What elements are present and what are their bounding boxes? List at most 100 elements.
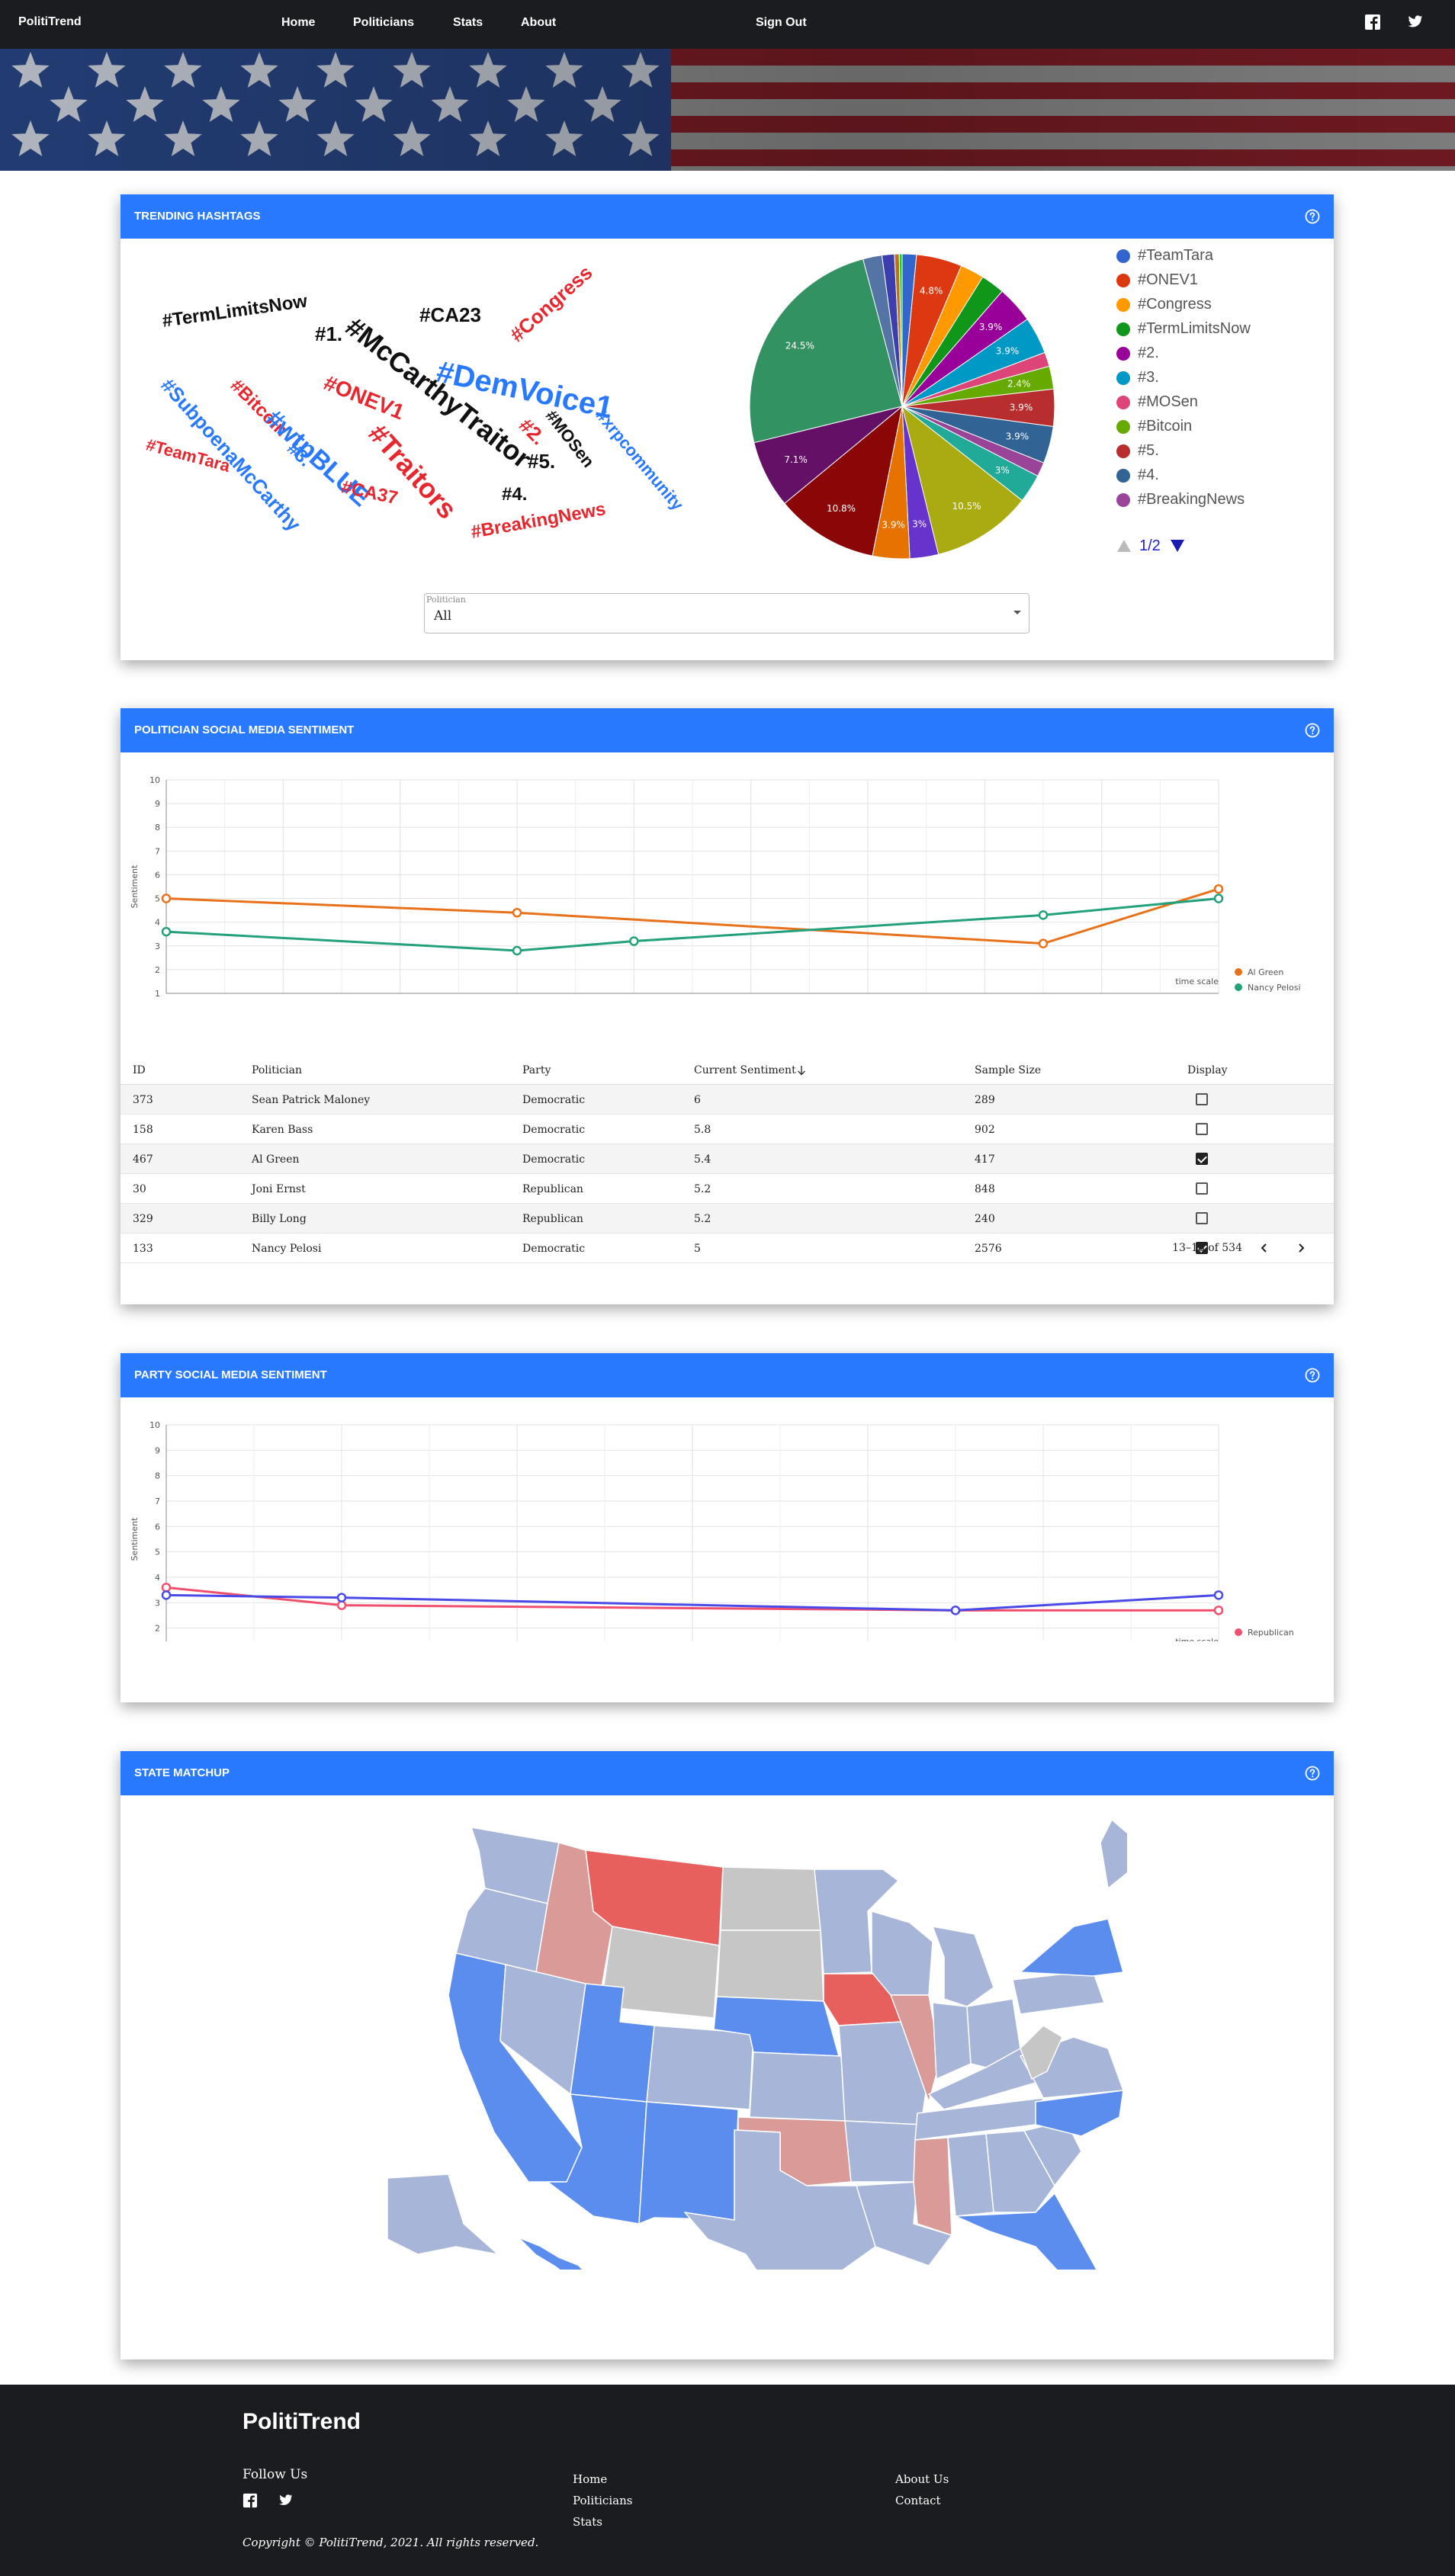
cell-sample-size: 902 [975,1124,995,1136]
help-icon[interactable] [1305,1368,1320,1383]
politician-select[interactable]: Politician All [424,593,1029,634]
hashtag-word[interactable]: #TermLimitsNow [161,290,309,332]
hashtag-word[interactable]: #4. [502,484,527,505]
help-icon[interactable] [1305,1766,1320,1781]
table-row[interactable]: 329 Billy Long Republican 5.2 240 [120,1204,1334,1233]
card-title: POLITICIAN SOCIAL MEDIA SENTIMENT [134,723,355,736]
facebook-icon[interactable] [1364,14,1381,30]
footer-link-contact[interactable]: Contact [895,2494,941,2507]
y-tick-label: 5 [155,894,160,904]
hashtag-word[interactable]: #BreakingNews [470,499,608,544]
cell-sample-size: 240 [975,1213,995,1225]
legend-label: #Bitcoin [1138,418,1193,435]
party-sentiment-card: PARTY SOCIAL MEDIA SENTIMENT 12345678910… [120,1353,1334,1702]
display-checkbox[interactable] [1196,1153,1208,1165]
legend-label: #ONEV1 [1138,271,1198,288]
header-id[interactable]: ID [133,1064,146,1076]
y-tick-label: 6 [155,1522,160,1532]
cell-party: Democratic [522,1124,586,1136]
display-checkbox[interactable] [1196,1093,1208,1105]
state-in [932,2002,972,2080]
cell-party: Democratic [522,1243,586,1255]
select-value: All [434,608,452,624]
header-current-sentiment[interactable]: Current Sentiment [694,1064,796,1076]
nav-stats[interactable]: Stats [453,16,483,30]
cell-sentiment: 5.2 [694,1183,711,1195]
display-checkbox[interactable] [1196,1182,1208,1195]
footer-link-home[interactable]: Home [573,2472,607,2486]
data-point [1038,938,1049,948]
legend-swatch [1116,469,1130,483]
help-icon[interactable] [1305,209,1320,224]
hashtag-word[interactable]: #Traitors [361,418,463,525]
table-row[interactable]: 373 Sean Patrick Maloney Democratic 6 289 [120,1085,1334,1115]
legend-next-icon[interactable] [1170,539,1185,553]
chevron-left-icon[interactable] [1259,1242,1270,1254]
twitter-icon[interactable] [1406,14,1423,30]
state-nm [638,2101,739,2225]
footer-follow-label: Follow Us [242,2467,308,2482]
cell-sentiment: 6 [694,1094,701,1106]
twitter-icon[interactable] [278,2493,293,2508]
y-tick-label: 2 [155,1624,160,1634]
footer-link-politicians[interactable]: Politicians [573,2494,632,2507]
footer-link-about[interactable]: About Us [895,2472,949,2486]
display-checkbox[interactable] [1196,1123,1208,1135]
select-label: Politician [426,595,466,605]
legend-label: #3. [1138,369,1159,386]
legend-swatch [1235,983,1242,991]
help-icon[interactable] [1305,723,1320,738]
brand-logo[interactable]: PolitiTrend [18,15,82,29]
nav-politicians[interactable]: Politicians [353,16,414,30]
display-checkbox[interactable] [1196,1212,1208,1224]
y-tick-label: 7 [155,1497,160,1506]
state-hi [521,2239,582,2270]
data-point [629,936,639,946]
y-tick-label: 4 [155,918,160,928]
nav-home[interactable]: Home [281,16,315,30]
facebook-icon[interactable] [242,2493,258,2508]
card-header: POLITICIAN SOCIAL MEDIA SENTIMENT [120,708,1334,752]
hashtag-word[interactable]: #5. [528,450,555,473]
pie-slice-label: 10.8% [827,503,856,514]
card-title: TRENDING HASHTAGS [134,210,261,223]
nav-about[interactable]: About [521,16,556,30]
data-point [336,1593,347,1602]
chevron-down-icon [1013,611,1021,614]
legend-prev-icon[interactable] [1116,539,1132,553]
y-tick-label: 4 [155,1573,160,1583]
hashtag-word[interactable]: #xrpcommunity [592,406,687,515]
state-sd [716,1930,824,2002]
footer-link-stats[interactable]: Stats [573,2515,602,2529]
hashtag-word[interactable]: #CA23 [419,303,481,327]
table-row[interactable]: 30 Joni Ernst Republican 5.2 848 [120,1174,1334,1204]
cell-sentiment: 5.4 [694,1153,711,1166]
cell-party: Democratic [522,1094,586,1106]
table-row[interactable]: 467 Al Green Democratic 5.4 417 [120,1144,1334,1174]
pie-slice-label: 7.1% [784,454,808,465]
sign-out-button[interactable]: Sign Out [756,16,807,30]
header-politician[interactable]: Politician [252,1064,302,1076]
hashtag-pie-chart: 4.8% 3.9% 3.9% 2.4% 3.9% 3.9% 3% 10.5% 3% 3.9% 10.… [749,253,1055,560]
y-tick-label: 8 [155,823,160,832]
state-ms [913,2137,952,2236]
header-sample-size[interactable]: Sample Size [975,1064,1041,1076]
hashtag-word[interactable]: #Congress [506,261,598,347]
data-point [1213,1590,1224,1600]
cell-id: 467 [133,1153,153,1166]
table-row[interactable]: 158 Karen Bass Democratic 5.8 902 [120,1115,1334,1144]
header-party[interactable]: Party [522,1064,551,1076]
pie-slice-label: 3.9% [996,345,1020,356]
footer: PolitiTrend Follow Us Home Politicians S… [0,2385,1455,2576]
legend-page: 1/2 [1139,537,1161,554]
cell-sentiment: 5.2 [694,1213,711,1225]
hashtag-word[interactable]: #1. [315,322,342,346]
chevron-right-icon[interactable] [1296,1242,1306,1254]
sort-arrow-down-icon[interactable] [797,1065,806,1076]
table-row[interactable]: 133 Nancy Pelosi Democratic 5 2576 [120,1233,1334,1263]
legend-swatch [1116,347,1130,361]
legend-label: Al Green [1248,967,1283,977]
data-point [512,907,522,918]
card-header: TRENDING HASHTAGS [120,194,1334,239]
legend-label: #BreakingNews [1138,491,1245,508]
